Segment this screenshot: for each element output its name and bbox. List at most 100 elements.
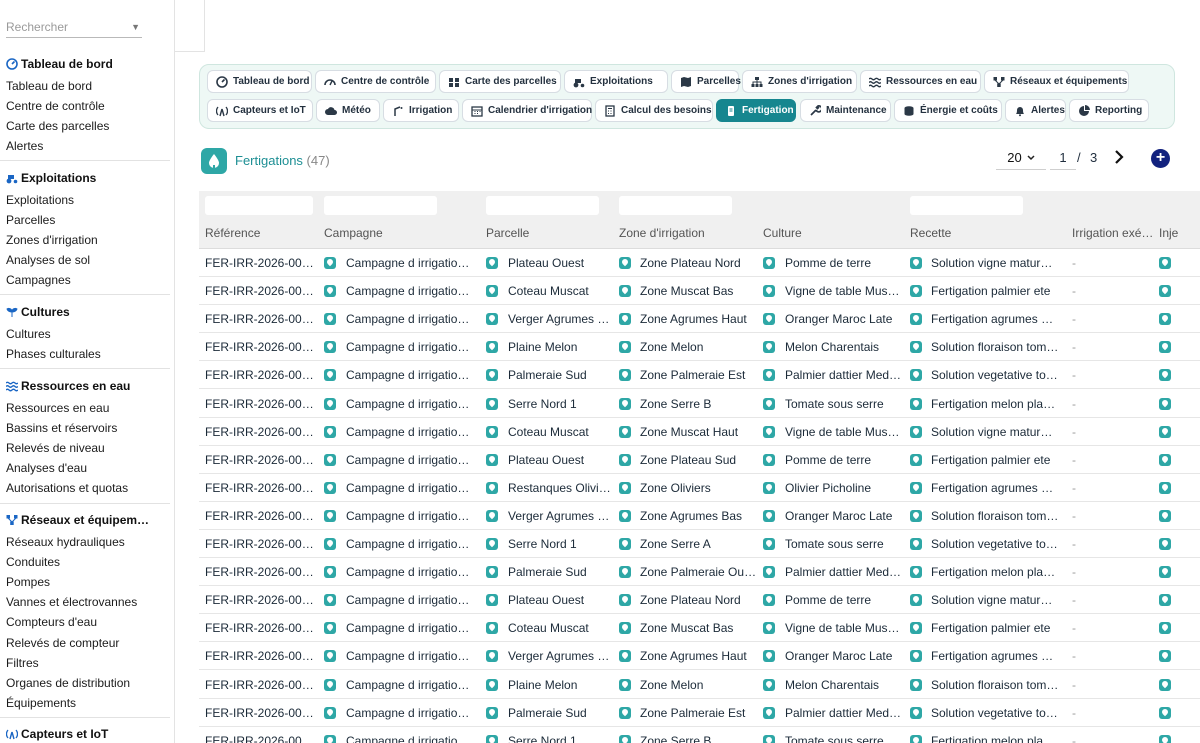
cell-ref[interactable]: FER-IRR-2026-00030 <box>205 727 317 743</box>
cell-ref[interactable]: FER-IRR-2026-00038 <box>205 502 317 530</box>
record-link-icon[interactable] <box>1159 734 1171 743</box>
column-header[interactable]: Campagne <box>324 226 383 240</box>
column-header[interactable]: Référence <box>205 226 260 240</box>
sidebar-item[interactable]: Analyses de sol <box>0 250 90 270</box>
column-header[interactable]: Inje <box>1159 226 1178 240</box>
table-row[interactable]: FER-IRR-2026-00032 Campagne d irrigation … <box>199 671 1200 699</box>
sidebar-item[interactable]: Filtres <box>0 653 39 673</box>
record-link-icon[interactable] <box>486 706 498 719</box>
record-link-icon[interactable] <box>619 538 631 550</box>
cell-ref[interactable]: FER-IRR-2026-00040 <box>205 446 317 474</box>
record-link-icon[interactable] <box>763 734 775 743</box>
record-link-icon[interactable] <box>910 481 922 494</box>
record-link-icon[interactable] <box>763 706 775 719</box>
record-link-icon[interactable] <box>1159 341 1171 354</box>
record-link-icon[interactable] <box>619 313 631 326</box>
record-link-icon[interactable] <box>324 538 336 550</box>
sidebar-item[interactable]: Compteurs d'eau <box>0 612 97 632</box>
sidebar-item[interactable]: Relevés de compteur <box>0 633 119 653</box>
record-link-icon[interactable] <box>486 481 498 494</box>
record-link-icon[interactable] <box>763 566 775 579</box>
nav-tab[interactable]: Capteurs et IoT <box>207 99 313 122</box>
column-filter-input[interactable] <box>205 196 313 215</box>
table-row[interactable]: FER-IRR-2026-00042 Campagne d irrigation … <box>199 390 1200 418</box>
sidebar-item[interactable]: Bassins et réservoirs <box>0 418 117 438</box>
record-link-icon[interactable] <box>1159 678 1171 691</box>
nav-tab[interactable]: Centre de contrôle <box>315 70 436 93</box>
record-link-icon[interactable] <box>1159 285 1171 298</box>
sidebar-item[interactable]: Analyses d'eau <box>0 458 87 478</box>
sidebar-item[interactable]: Tableau de bord <box>0 76 92 96</box>
nav-tab[interactable]: Météo <box>316 99 380 122</box>
record-link-icon[interactable] <box>1159 397 1171 410</box>
page-number-input[interactable]: 1 <box>1050 146 1076 170</box>
record-link-icon[interactable] <box>619 678 631 691</box>
cell-ref[interactable]: FER-IRR-2026-00035 <box>205 586 317 614</box>
record-link-icon[interactable] <box>763 397 775 410</box>
sidebar-item[interactable]: Organes de distribution <box>0 673 130 693</box>
record-link-icon[interactable] <box>619 285 631 298</box>
record-link-icon[interactable] <box>763 313 775 326</box>
nav-tab[interactable]: Parcelles <box>671 70 741 93</box>
nav-tab[interactable]: Calendrier d'irrigation <box>462 99 592 122</box>
record-link-icon[interactable] <box>324 481 336 494</box>
record-link-icon[interactable] <box>324 341 336 354</box>
nav-tab[interactable]: Irrigation <box>383 99 459 122</box>
column-header[interactable]: Zone d'irrigation <box>619 226 705 240</box>
record-link-icon[interactable] <box>619 734 631 743</box>
nav-tab[interactable]: Alertes <box>1005 99 1066 122</box>
nav-tab[interactable]: Reporting <box>1069 99 1149 122</box>
record-link-icon[interactable] <box>910 594 922 607</box>
sidebar-item[interactable]: Campagnes <box>0 270 71 290</box>
record-link-icon[interactable] <box>619 566 631 579</box>
record-link-icon[interactable] <box>910 453 922 466</box>
record-link-icon[interactable] <box>1159 566 1171 579</box>
table-row[interactable]: FER-IRR-2026-00040 Campagne d irrigation … <box>199 446 1200 474</box>
record-link-icon[interactable] <box>910 566 922 579</box>
record-link-icon[interactable] <box>763 622 775 635</box>
record-link-icon[interactable] <box>324 622 336 635</box>
table-row[interactable]: FER-IRR-2026-00038 Campagne d irrigation … <box>199 502 1200 530</box>
sidebar-item[interactable]: Vannes et électrovannes <box>0 592 137 612</box>
cell-ref[interactable]: FER-IRR-2026-00047 <box>205 249 317 277</box>
sidebar-item[interactable]: Pompes <box>0 572 50 592</box>
record-link-icon[interactable] <box>324 425 336 438</box>
cell-ref[interactable]: FER-IRR-2026-00039 <box>205 474 317 502</box>
record-link-icon[interactable] <box>486 594 498 607</box>
column-filter-input[interactable] <box>619 196 732 215</box>
record-link-icon[interactable] <box>486 313 498 326</box>
cell-ref[interactable]: FER-IRR-2026-00032 <box>205 671 317 699</box>
record-link-icon[interactable] <box>619 622 631 635</box>
record-link-icon[interactable] <box>324 566 336 579</box>
record-link-icon[interactable] <box>1159 257 1171 269</box>
record-link-icon[interactable] <box>619 397 631 410</box>
record-link-icon[interactable] <box>486 425 498 438</box>
record-link-icon[interactable] <box>910 650 922 663</box>
table-row[interactable]: FER-IRR-2026-00039 Campagne d irrigation … <box>199 474 1200 502</box>
nav-tab[interactable]: Tableau de bord <box>207 70 312 93</box>
cell-ref[interactable]: FER-IRR-2026-00043 <box>205 361 317 389</box>
record-link-icon[interactable] <box>486 369 498 382</box>
record-link-icon[interactable] <box>486 397 498 410</box>
record-link-icon[interactable] <box>1159 622 1171 635</box>
column-header[interactable]: Irrigation exé… <box>1072 226 1153 240</box>
table-row[interactable]: FER-IRR-2026-00045 Campagne d irrigation … <box>199 305 1200 334</box>
record-link-icon[interactable] <box>486 509 498 522</box>
column-filter-input[interactable] <box>910 196 1023 215</box>
column-filter-input[interactable] <box>324 196 437 215</box>
sidebar-item[interactable]: Autorisations et quotas <box>0 478 128 498</box>
record-link-icon[interactable] <box>910 285 922 298</box>
next-page-button[interactable] <box>1111 148 1127 166</box>
record-link-icon[interactable] <box>910 257 922 269</box>
column-filter-input[interactable] <box>486 196 599 215</box>
record-link-icon[interactable] <box>619 481 631 494</box>
record-link-icon[interactable] <box>763 285 775 298</box>
record-link-icon[interactable] <box>1159 453 1171 466</box>
record-link-icon[interactable] <box>763 650 775 663</box>
record-link-icon[interactable] <box>619 341 631 354</box>
sidebar-item[interactable]: Alertes <box>0 136 43 156</box>
record-link-icon[interactable] <box>324 257 336 269</box>
record-link-icon[interactable] <box>486 734 498 743</box>
record-link-icon[interactable] <box>486 341 498 354</box>
record-link-icon[interactable] <box>1159 706 1171 719</box>
